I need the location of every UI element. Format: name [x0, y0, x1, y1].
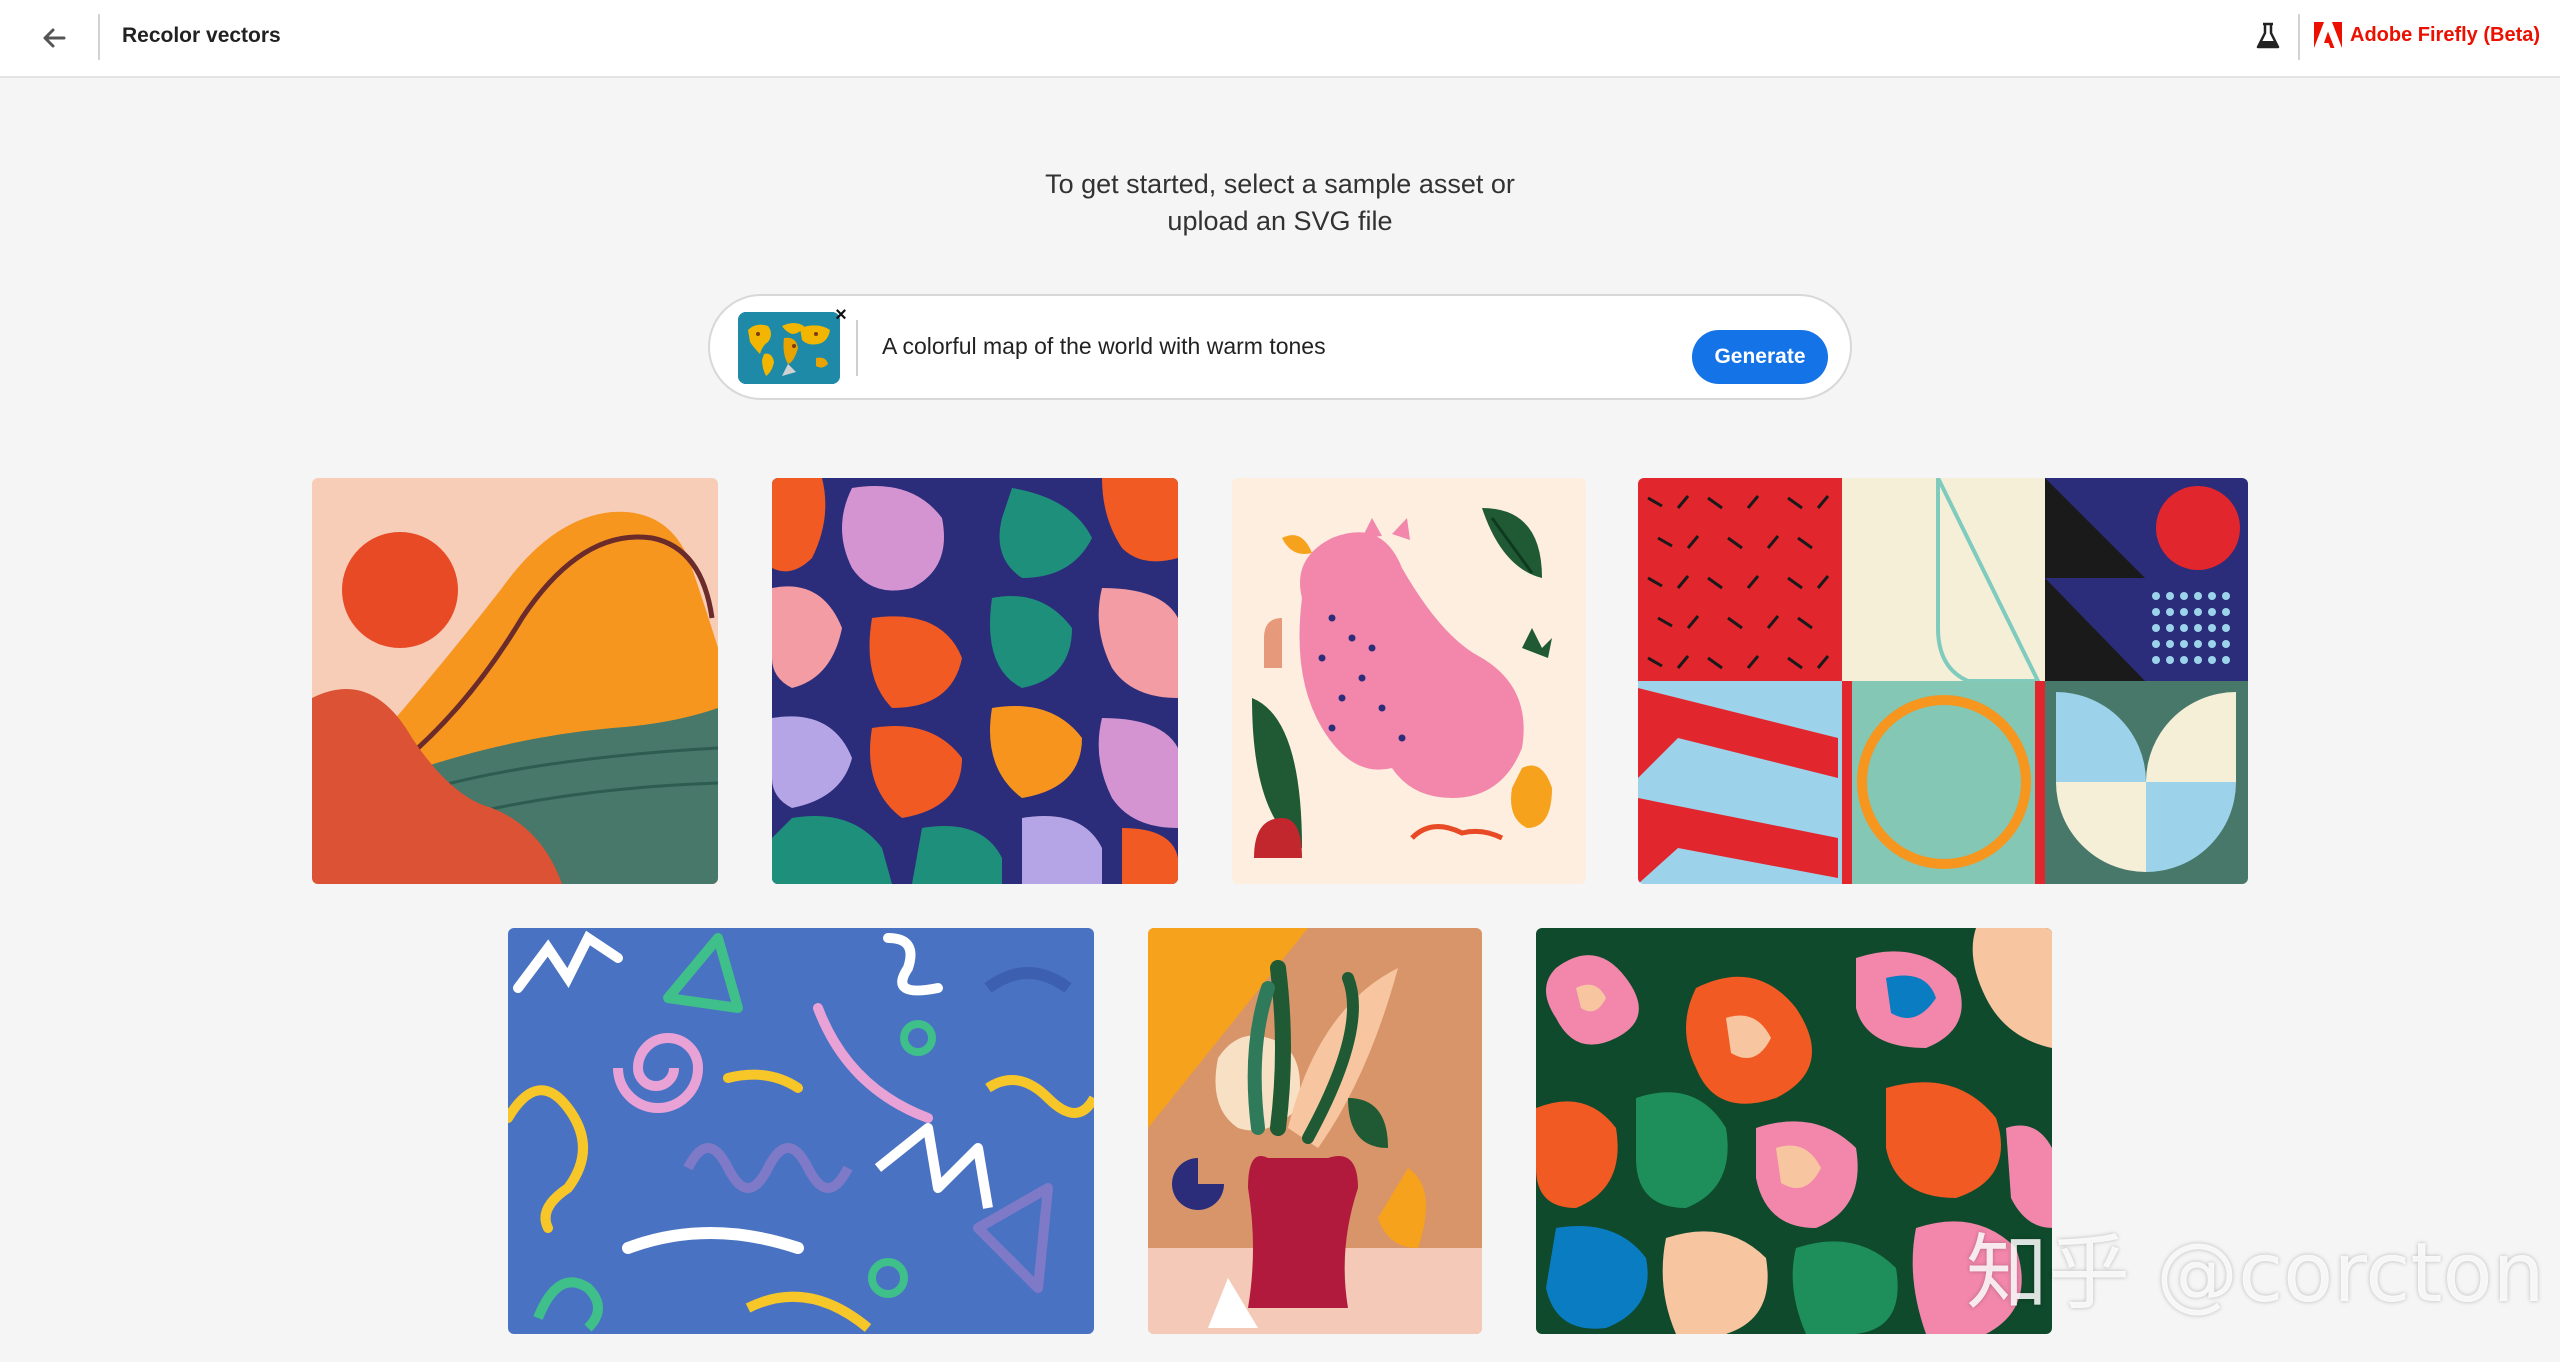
arrow-left-icon: [43, 28, 66, 48]
intro-line-2: upload an SVG file: [1167, 206, 1393, 236]
intro-text: To get started, select a sample asset or…: [980, 166, 1580, 240]
prompt-input[interactable]: [882, 326, 1662, 366]
header-divider: [98, 14, 100, 60]
brand-link[interactable]: Adobe Firefly (Beta): [2314, 22, 2540, 48]
sample-asset-squiggle-doodles[interactable]: [508, 928, 1094, 1334]
pink-cat-artwork: [1232, 478, 1586, 884]
top-bar: Recolor vectors Adobe Firefly (Beta): [0, 0, 2560, 78]
squiggle-doodles-artwork: [508, 928, 1094, 1334]
flask-icon: [2256, 22, 2280, 49]
watermark: 知乎 @corcton: [1966, 1226, 2545, 1321]
intro-line-1: To get started, select a sample asset or: [1045, 169, 1515, 199]
page-title: Recolor vectors: [122, 24, 281, 47]
sample-asset-vase-plant[interactable]: [1148, 928, 1482, 1334]
vase-plant-artwork: [1148, 928, 1482, 1334]
sample-asset-geometric-tiles[interactable]: [1638, 478, 2248, 884]
sample-asset-figures-pattern[interactable]: [772, 478, 1178, 884]
generate-button[interactable]: Generate: [1692, 330, 1828, 384]
header-divider: [2298, 14, 2300, 60]
brand-name: Adobe Firefly (Beta): [2350, 23, 2541, 46]
landscape-artwork: [312, 478, 718, 884]
world-map-thumbnail-icon: [738, 312, 840, 384]
remove-asset-button[interactable]: ×: [830, 304, 852, 326]
back-button[interactable]: [34, 18, 74, 58]
uploaded-asset-thumbnail[interactable]: [738, 312, 840, 384]
sample-asset-pink-cat[interactable]: [1232, 478, 1586, 884]
labs-button[interactable]: [2250, 18, 2286, 54]
sample-asset-landscape[interactable]: [312, 478, 718, 884]
figures-pattern-artwork: [772, 478, 1178, 884]
prompt-bar: × Generate: [708, 294, 1852, 400]
adobe-logo-icon: [2314, 22, 2342, 48]
geometric-tiles-artwork: [1638, 478, 2248, 884]
prompt-divider: [856, 320, 858, 376]
